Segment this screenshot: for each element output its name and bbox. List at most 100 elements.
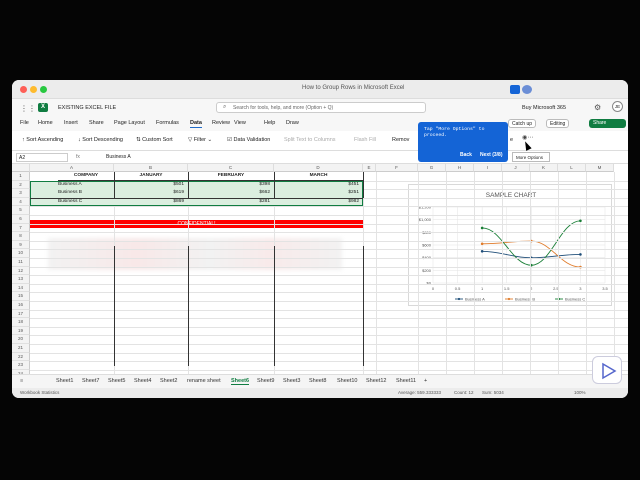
custom-sort-button[interactable]: ⇅ Custom Sort [136,137,173,143]
tooltip-back-button[interactable]: Back [460,152,472,158]
sheet-tab-sheet10[interactable]: Sheet10 [337,378,358,384]
video-play-icon[interactable] [592,356,622,384]
sheet-tab-sheet8[interactable]: Sheet8 [309,378,326,384]
search-input[interactable]: ⌕ Search for tools, help, and more (Opti… [216,102,426,113]
name-box[interactable]: A2 [16,153,68,162]
tooltip-next-button[interactable]: Next (3/8) [480,152,503,158]
sort-ascending-button[interactable]: ↑ Sort Ascending [22,137,63,143]
table-cell[interactable]: $869 [114,198,184,207]
row-header-11[interactable]: 11 [12,258,30,267]
share-button[interactable]: Share [589,119,626,128]
sheet-tab-sheet11[interactable]: Sheet11 [396,378,416,384]
column-header-C[interactable]: C [188,164,274,172]
table-header[interactable]: FEBRUARY [188,172,274,181]
zoom-window-button[interactable] [40,86,47,93]
row-header-17[interactable]: 17 [12,309,30,319]
data-point[interactable] [579,253,582,256]
column-header-L[interactable]: L [558,164,586,172]
sheet-tab-sheet7[interactable]: Sheet7 [82,378,99,384]
add-sheet-button[interactable]: + [424,378,427,384]
row-header-10[interactable]: 10 [12,249,30,258]
remove-duplicates-button[interactable]: Remov [392,137,409,143]
row-header-19[interactable]: 19 [12,326,30,336]
row-header-5[interactable]: 5 [12,206,30,215]
row-header-16[interactable]: 16 [12,301,30,310]
table-cell[interactable]: Business B [58,189,114,198]
sheet-menu-icon[interactable]: ≡ [20,378,23,384]
data-point[interactable] [579,219,582,223]
row-header-23[interactable]: 23 [12,361,30,370]
table-cell[interactable]: $982 [274,198,359,207]
split-text-button[interactable]: Split Text to Columns [284,137,336,143]
table-cell[interactable]: $501 [114,181,184,190]
row-header-8[interactable]: 8 [12,232,30,241]
column-header-G[interactable]: G [418,164,446,172]
table-header[interactable]: COMPANY [58,172,114,181]
row-header-7[interactable]: 7 [12,223,30,233]
table-cell[interactable]: $398 [188,181,270,190]
row-header-12[interactable]: 12 [12,266,30,276]
buy-microsoft-365-link[interactable]: Buy Microsoft 365 [522,105,566,111]
row-header-21[interactable]: 21 [12,344,30,353]
data-validation-button[interactable]: ☑ Data Validation [227,137,270,143]
sheet-tab-sheet2[interactable]: Sheet2 [160,378,177,384]
app-launcher-icon[interactable]: ⋮⋮ [20,104,36,113]
row-header-22[interactable]: 22 [12,352,30,362]
table-cell[interactable]: Business C [58,198,114,207]
row-header-1[interactable]: 1 [12,172,30,181]
table-cell[interactable]: $281 [188,198,270,207]
row-header-9[interactable]: 9 [12,240,30,250]
sheet-tab-sheet1[interactable]: Sheet1 [56,378,73,384]
row-header-2[interactable]: 2 [12,180,30,190]
menu-view[interactable]: View [234,120,246,126]
row-header-4[interactable]: 4 [12,197,30,207]
table-cell[interactable]: $662 [188,189,270,198]
table-cell[interactable]: $451 [274,181,359,190]
row-header-14[interactable]: 14 [12,283,30,293]
menu-draw[interactable]: Draw [286,120,299,126]
sheet-tab-sheet12[interactable]: Sheet12 [366,378,387,384]
menu-home[interactable]: Home [38,120,53,126]
file-name[interactable]: EXISTING EXCEL FILE [58,105,116,111]
column-header-F[interactable]: F [376,164,418,172]
menu-formulas[interactable]: Formulas [156,120,179,126]
menu-share[interactable]: Share [89,120,104,126]
menu-help[interactable]: Help [264,120,275,126]
close-window-button[interactable] [20,86,27,93]
menu-data[interactable]: Data [190,120,202,128]
sample-chart[interactable]: SAMPLE CHART$0$200$400$600$800$1,000$1,2… [408,184,612,306]
play-icon[interactable] [510,85,520,94]
row-header-20[interactable]: 20 [12,335,30,344]
column-header-M[interactable]: M [586,164,614,172]
sort-descending-button[interactable]: ↓ Sort Descending [78,137,123,143]
menu-insert[interactable]: Insert [64,120,78,126]
row-header-15[interactable]: 15 [12,292,30,301]
workbook-statistics[interactable]: Workbook Statistics [20,390,59,395]
row-header-18[interactable]: 18 [12,318,30,327]
sheet-tab-sheet4[interactable]: Sheet4 [134,378,151,384]
flash-fill-button[interactable]: Flash Fill [354,137,376,143]
extension-icon[interactable] [522,85,532,94]
data-point[interactable] [480,226,484,230]
zoom-level[interactable]: 100% [574,390,586,395]
minimize-window-button[interactable] [30,86,37,93]
sheet-tab-sheet6[interactable]: Sheet6 [231,378,250,385]
column-header-I[interactable]: I [474,164,502,172]
table-cell[interactable]: $251 [274,189,359,198]
data-point[interactable] [480,242,484,246]
row-header-13[interactable]: 13 [12,275,30,284]
column-header-B[interactable]: B [114,164,188,172]
column-header-A[interactable]: A [30,164,114,172]
column-header-J[interactable]: J [502,164,530,172]
catch-up-button[interactable]: Catch up [508,119,537,128]
avatar[interactable]: JE [612,101,623,112]
sheet-tab-sheet3[interactable]: Sheet3 [283,378,300,384]
row-header-6[interactable]: 6 [12,215,30,224]
row-header-3[interactable]: 3 [12,189,30,198]
menu-page-layout[interactable]: Page Layout [114,120,145,126]
column-header-H[interactable]: H [446,164,474,172]
sheet-tab-rename-sheet[interactable]: rename sheet [187,378,221,384]
table-header[interactable]: JANUARY [114,172,188,181]
filter-button[interactable]: ▽ Filter ⌄ [188,137,212,143]
menu-file[interactable]: File [20,120,29,126]
